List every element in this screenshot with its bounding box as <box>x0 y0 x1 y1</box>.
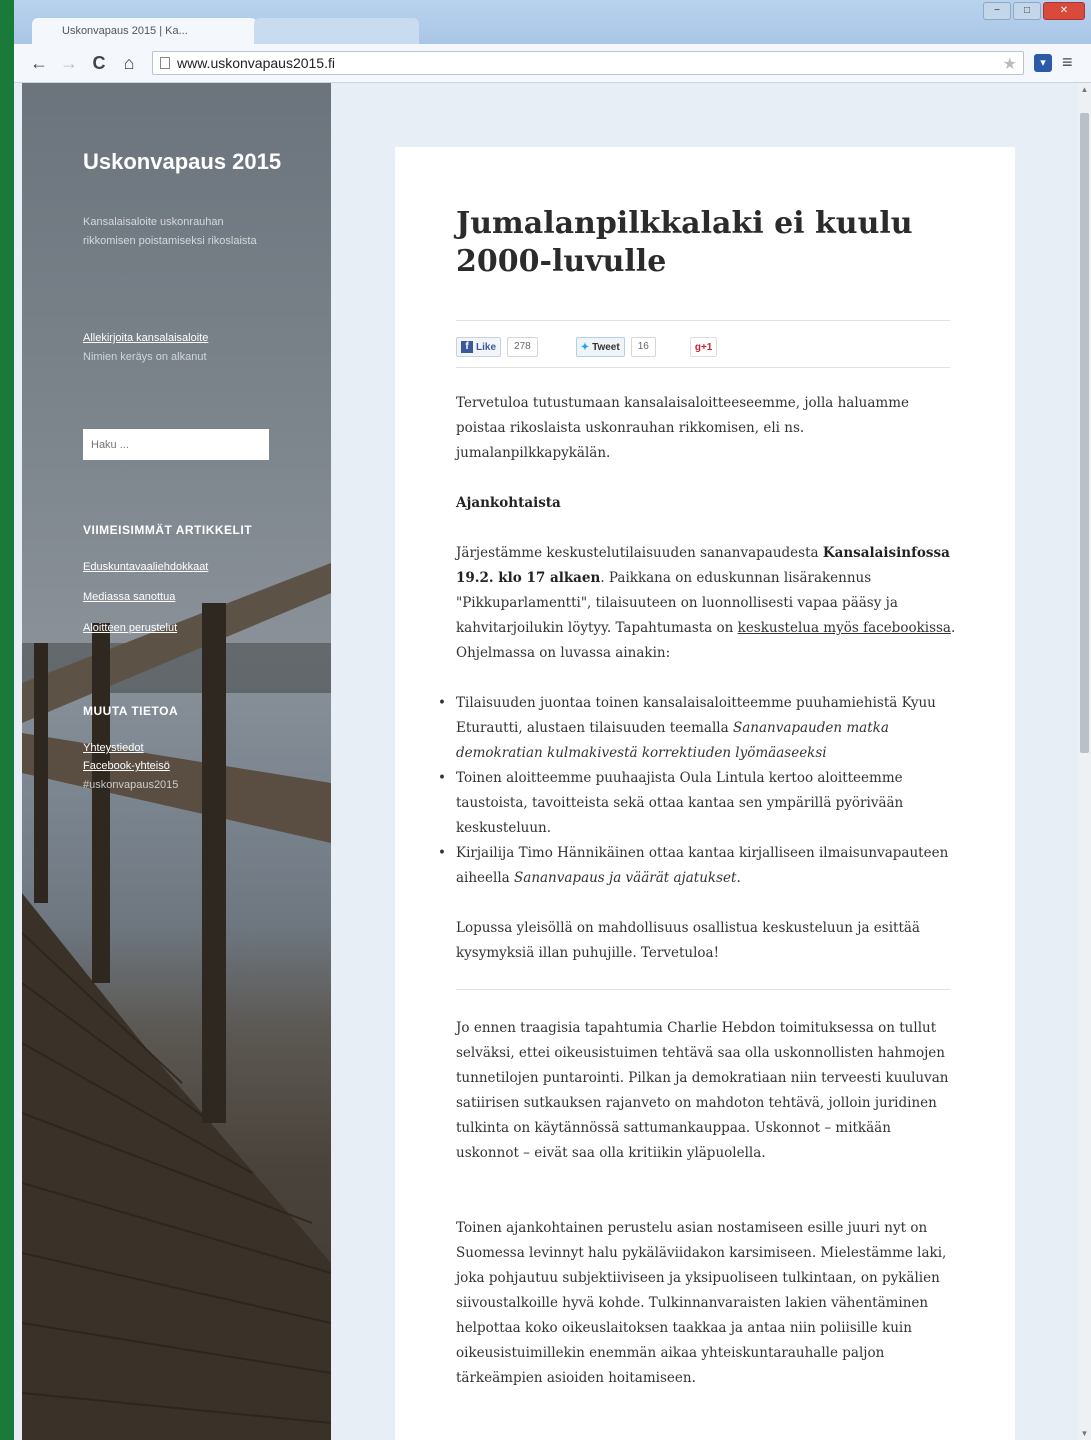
article-body-intro: Tervetuloa tutustumaan kansalaisaloittee… <box>456 391 956 466</box>
tab-active[interactable]: Uskonvapaus 2015 | Ka... <box>32 18 257 44</box>
search-input[interactable] <box>83 429 269 460</box>
recent-article-link[interactable]: Eduskuntavaaliehdokkaat <box>83 561 208 573</box>
site-description: Kansalaisaloite uskonrauhan rikkomisen p… <box>83 216 257 247</box>
closing-paragraph: Lopussa yleisöllä on mahdollisuus osalli… <box>456 920 920 961</box>
address-bar[interactable]: www.uskonvapaus2015.fi ★ <box>152 51 1024 75</box>
argument-paragraph-1: Jo ennen traagisia tapahtumia Charlie He… <box>456 1020 949 1161</box>
news-section: Ajankohtaista <box>456 491 956 516</box>
like-count: 278 <box>507 337 538 357</box>
facebook-discussion-link[interactable]: keskustelua myös facebookissa <box>738 620 951 636</box>
home-icon[interactable]: ⌂ <box>118 52 140 74</box>
browser-window: Uskonvapaus 2015 | Ka... − □ ✕ ← → C ⌂ w… <box>14 0 1091 1440</box>
other-info-heading: MUUTA TIETOA <box>83 704 179 718</box>
tweet-button[interactable]: ✦ Tweet <box>575 337 625 357</box>
article: Jumalanpilkkalaki ei kuulu 2000-luvulle … <box>395 147 1015 1440</box>
scrollbar-thumb[interactable] <box>1080 113 1089 753</box>
browser-toolbar: ← → C ⌂ www.uskonvapaus2015.fi ★ ▾ ≡ <box>14 44 1091 83</box>
list-item: Kirjailija Timo Hännikäinen ottaa kantaa… <box>438 841 956 891</box>
page-icon <box>160 57 170 69</box>
menu-icon[interactable]: ≡ <box>1062 52 1073 73</box>
extension-icon[interactable]: ▾ <box>1034 54 1052 72</box>
page-viewport: Uskonvapaus 2015 Kansalaisaloite uskonra… <box>14 83 1091 1440</box>
sidebar: Uskonvapaus 2015 Kansalaisaloite uskonra… <box>22 83 331 1440</box>
minimize-button[interactable]: − <box>983 2 1011 20</box>
petition-subtext: Nimien keräys on alkanut <box>83 351 207 363</box>
list-item: Tilaisuuden juontaa toinen kansalaisaloi… <box>438 691 956 766</box>
reload-icon[interactable]: C <box>88 52 110 74</box>
share-buttons: f Like 278 ✦ Tweet 16 g +1 <box>456 337 718 357</box>
maximize-button[interactable]: □ <box>1013 2 1041 20</box>
list-item: Toinen aloitteemme puuhaajista Oula Lint… <box>438 766 956 841</box>
site-title[interactable]: Uskonvapaus 2015 <box>83 147 283 177</box>
window-controls: − □ ✕ <box>983 2 1085 20</box>
facebook-link[interactable]: Facebook-yhteisö <box>83 760 170 772</box>
close-button[interactable]: ✕ <box>1043 2 1085 20</box>
intro-paragraph: Tervetuloa tutustumaan kansalaisaloittee… <box>456 395 910 461</box>
scroll-down-icon[interactable]: ▼ <box>1078 1427 1091 1440</box>
recent-articles-heading: VIIMEISIMMÄT ARTIKKELIT <box>83 523 253 537</box>
scrollbar[interactable]: ▲ ▼ <box>1078 83 1091 1440</box>
argument-paragraph-2: Toinen ajankohtainen perustelu asian nos… <box>456 1220 947 1386</box>
bookmark-star-icon[interactable]: ★ <box>1003 54 1017 74</box>
event-text: Järjestämme keskustelutilaisuuden sananv… <box>456 545 823 561</box>
program-list: Tilaisuuden juontaa toinen kansalaisaloi… <box>438 691 956 891</box>
twitter-icon: ✦ <box>580 341 590 353</box>
back-icon[interactable]: ← <box>28 52 50 74</box>
hashtag-text: #uskonvapaus2015 <box>83 779 179 791</box>
closing-paragraph-block: Lopussa yleisöllä on mahdollisuus osalli… <box>456 916 956 966</box>
recent-article-link[interactable]: Aloitteen perustelut <box>83 622 177 634</box>
petition-link[interactable]: Allekirjoita kansalaisaloite <box>83 332 208 344</box>
facebook-icon: f <box>461 341 473 353</box>
tweet-count: 16 <box>630 337 656 357</box>
divider <box>456 989 950 990</box>
article-title: Jumalanpilkkalaki ei kuulu 2000-luvulle <box>456 206 913 279</box>
news-heading: Ajankohtaista <box>456 495 561 511</box>
url-text: www.uskonvapaus2015.fi <box>177 55 335 71</box>
facebook-like-button[interactable]: f Like <box>456 337 502 357</box>
divider <box>456 320 950 321</box>
google-plus-button[interactable]: g +1 <box>689 337 718 357</box>
scroll-up-icon[interactable]: ▲ <box>1078 83 1091 96</box>
tab-inactive[interactable] <box>254 18 419 44</box>
contact-link[interactable]: Yhteystiedot <box>83 742 144 754</box>
recent-article-link[interactable]: Mediassa sanottua <box>83 591 175 603</box>
divider <box>456 367 950 368</box>
pier-background-image <box>22 563 331 1440</box>
event-paragraph: Järjestämme keskustelutilaisuuden sananv… <box>456 541 956 666</box>
forward-icon[interactable]: → <box>58 52 80 74</box>
title-bar: Uskonvapaus 2015 | Ka... − □ ✕ <box>14 0 1091 44</box>
